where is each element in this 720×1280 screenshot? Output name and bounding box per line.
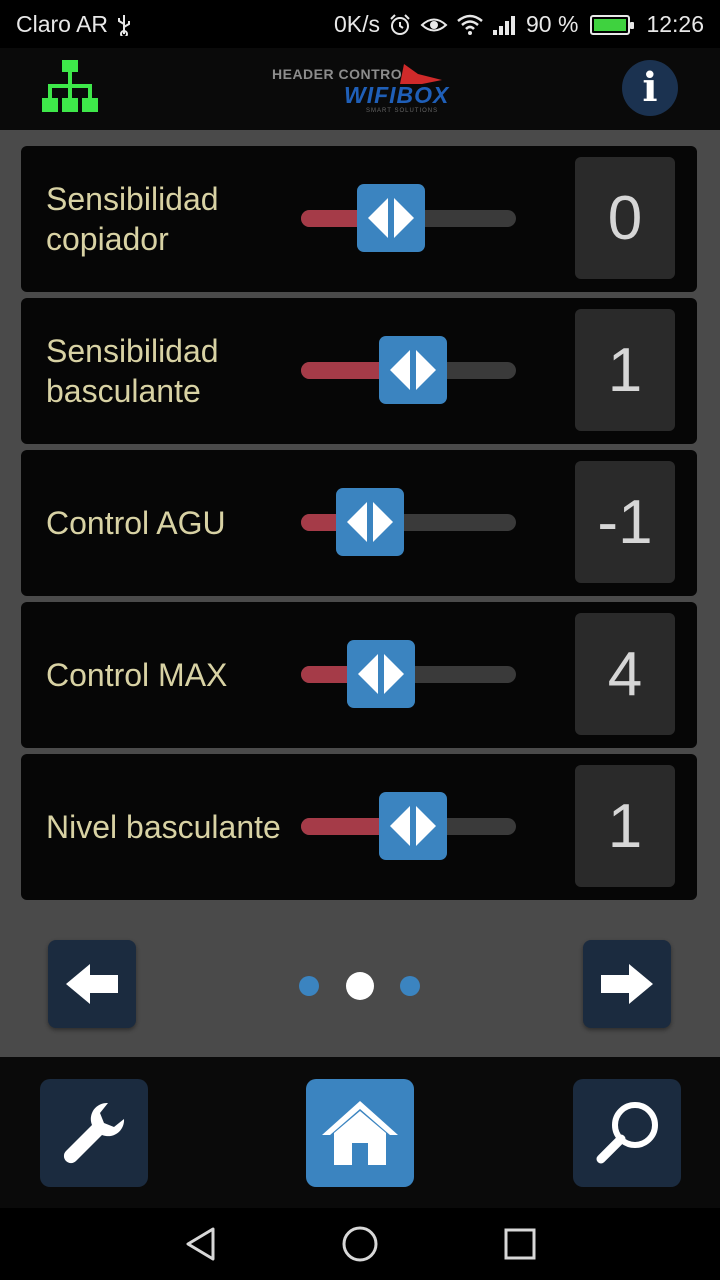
slider-value: 1 (575, 309, 675, 431)
app-logo: HEADER CONTROL WIFIBOX SMART SOLUTIONS (270, 60, 450, 120)
prev-page-button[interactable] (48, 940, 136, 1028)
alarm-icon (388, 13, 412, 37)
arrow-left-icon (66, 964, 118, 1004)
double-arrow-icon (347, 502, 393, 542)
signal-icon (492, 14, 518, 36)
home-button[interactable] (306, 1079, 414, 1187)
slider-handle[interactable] (379, 792, 447, 860)
info-button[interactable]: i (622, 60, 678, 116)
slider-label: Nivel basculante (46, 809, 281, 845)
battery-icon (590, 14, 635, 35)
carrier-label: Claro AR (16, 11, 109, 37)
content-area: Sensibilidad copiador 0 Sensibilidad bas… (0, 130, 720, 1057)
slider-value: 1 (575, 765, 675, 887)
settings-button[interactable] (40, 1079, 148, 1187)
slider-handle[interactable] (357, 184, 425, 252)
logo-brand-text: WIFIBOX (344, 82, 450, 108)
slider-card: Control MAX 4 (21, 602, 697, 748)
app-header: HEADER CONTROL WIFIBOX SMART SOLUTIONS i (0, 48, 720, 130)
logo-tagline: SMART SOLUTIONS (366, 108, 439, 114)
page-dot[interactable] (400, 976, 420, 996)
search-icon (596, 1102, 658, 1164)
battery-percent: 90 % (526, 11, 579, 37)
wrench-icon (63, 1102, 125, 1164)
double-arrow-icon (358, 654, 404, 694)
home-icon (322, 1101, 398, 1165)
slider-card: Sensibilidad copiador 0 (21, 146, 697, 292)
slider-label: Sensibilidad copiador (46, 181, 219, 257)
slider-label: Control MAX (46, 657, 228, 693)
slider-value: 4 (575, 613, 675, 735)
logo-header-text: HEADER CONTROL (272, 66, 412, 82)
double-arrow-icon (390, 806, 436, 846)
slider-value: 0 (575, 157, 675, 279)
slider-card: Control AGU -1 (21, 450, 697, 596)
clock: 12:26 (646, 11, 704, 37)
slider-handle[interactable] (347, 640, 415, 708)
slider-value: -1 (575, 461, 675, 583)
slider-label: Control AGU (46, 505, 226, 541)
recents-icon[interactable] (500, 1224, 540, 1264)
system-nav-bar (0, 1208, 720, 1280)
eye-icon (420, 14, 448, 36)
slider-handle[interactable] (379, 336, 447, 404)
next-page-button[interactable] (583, 940, 671, 1028)
wifi-icon (456, 14, 484, 36)
page-dot[interactable] (299, 976, 319, 996)
arrow-right-icon (601, 964, 653, 1004)
usb-icon (116, 14, 132, 36)
double-arrow-icon (390, 350, 436, 390)
slider-handle[interactable] (336, 488, 404, 556)
page-dot-active[interactable] (346, 972, 374, 1000)
network-tree-icon[interactable] (40, 60, 100, 118)
bottom-toolbar (0, 1057, 720, 1208)
slider-card: Nivel basculante 1 (21, 754, 697, 900)
home-nav-icon[interactable] (340, 1224, 380, 1264)
slider-label: Sensibilidad basculante (46, 333, 219, 409)
net-speed: 0K/s (333, 11, 380, 37)
slider-track[interactable] (301, 514, 516, 531)
status-bar: Claro AR 0K/s 90 % 12:26 (0, 0, 720, 48)
search-button[interactable] (573, 1079, 681, 1187)
info-icon: i (642, 64, 658, 111)
double-arrow-icon (368, 198, 414, 238)
slider-card: Sensibilidad basculante 1 (21, 298, 697, 444)
back-icon[interactable] (180, 1224, 220, 1264)
